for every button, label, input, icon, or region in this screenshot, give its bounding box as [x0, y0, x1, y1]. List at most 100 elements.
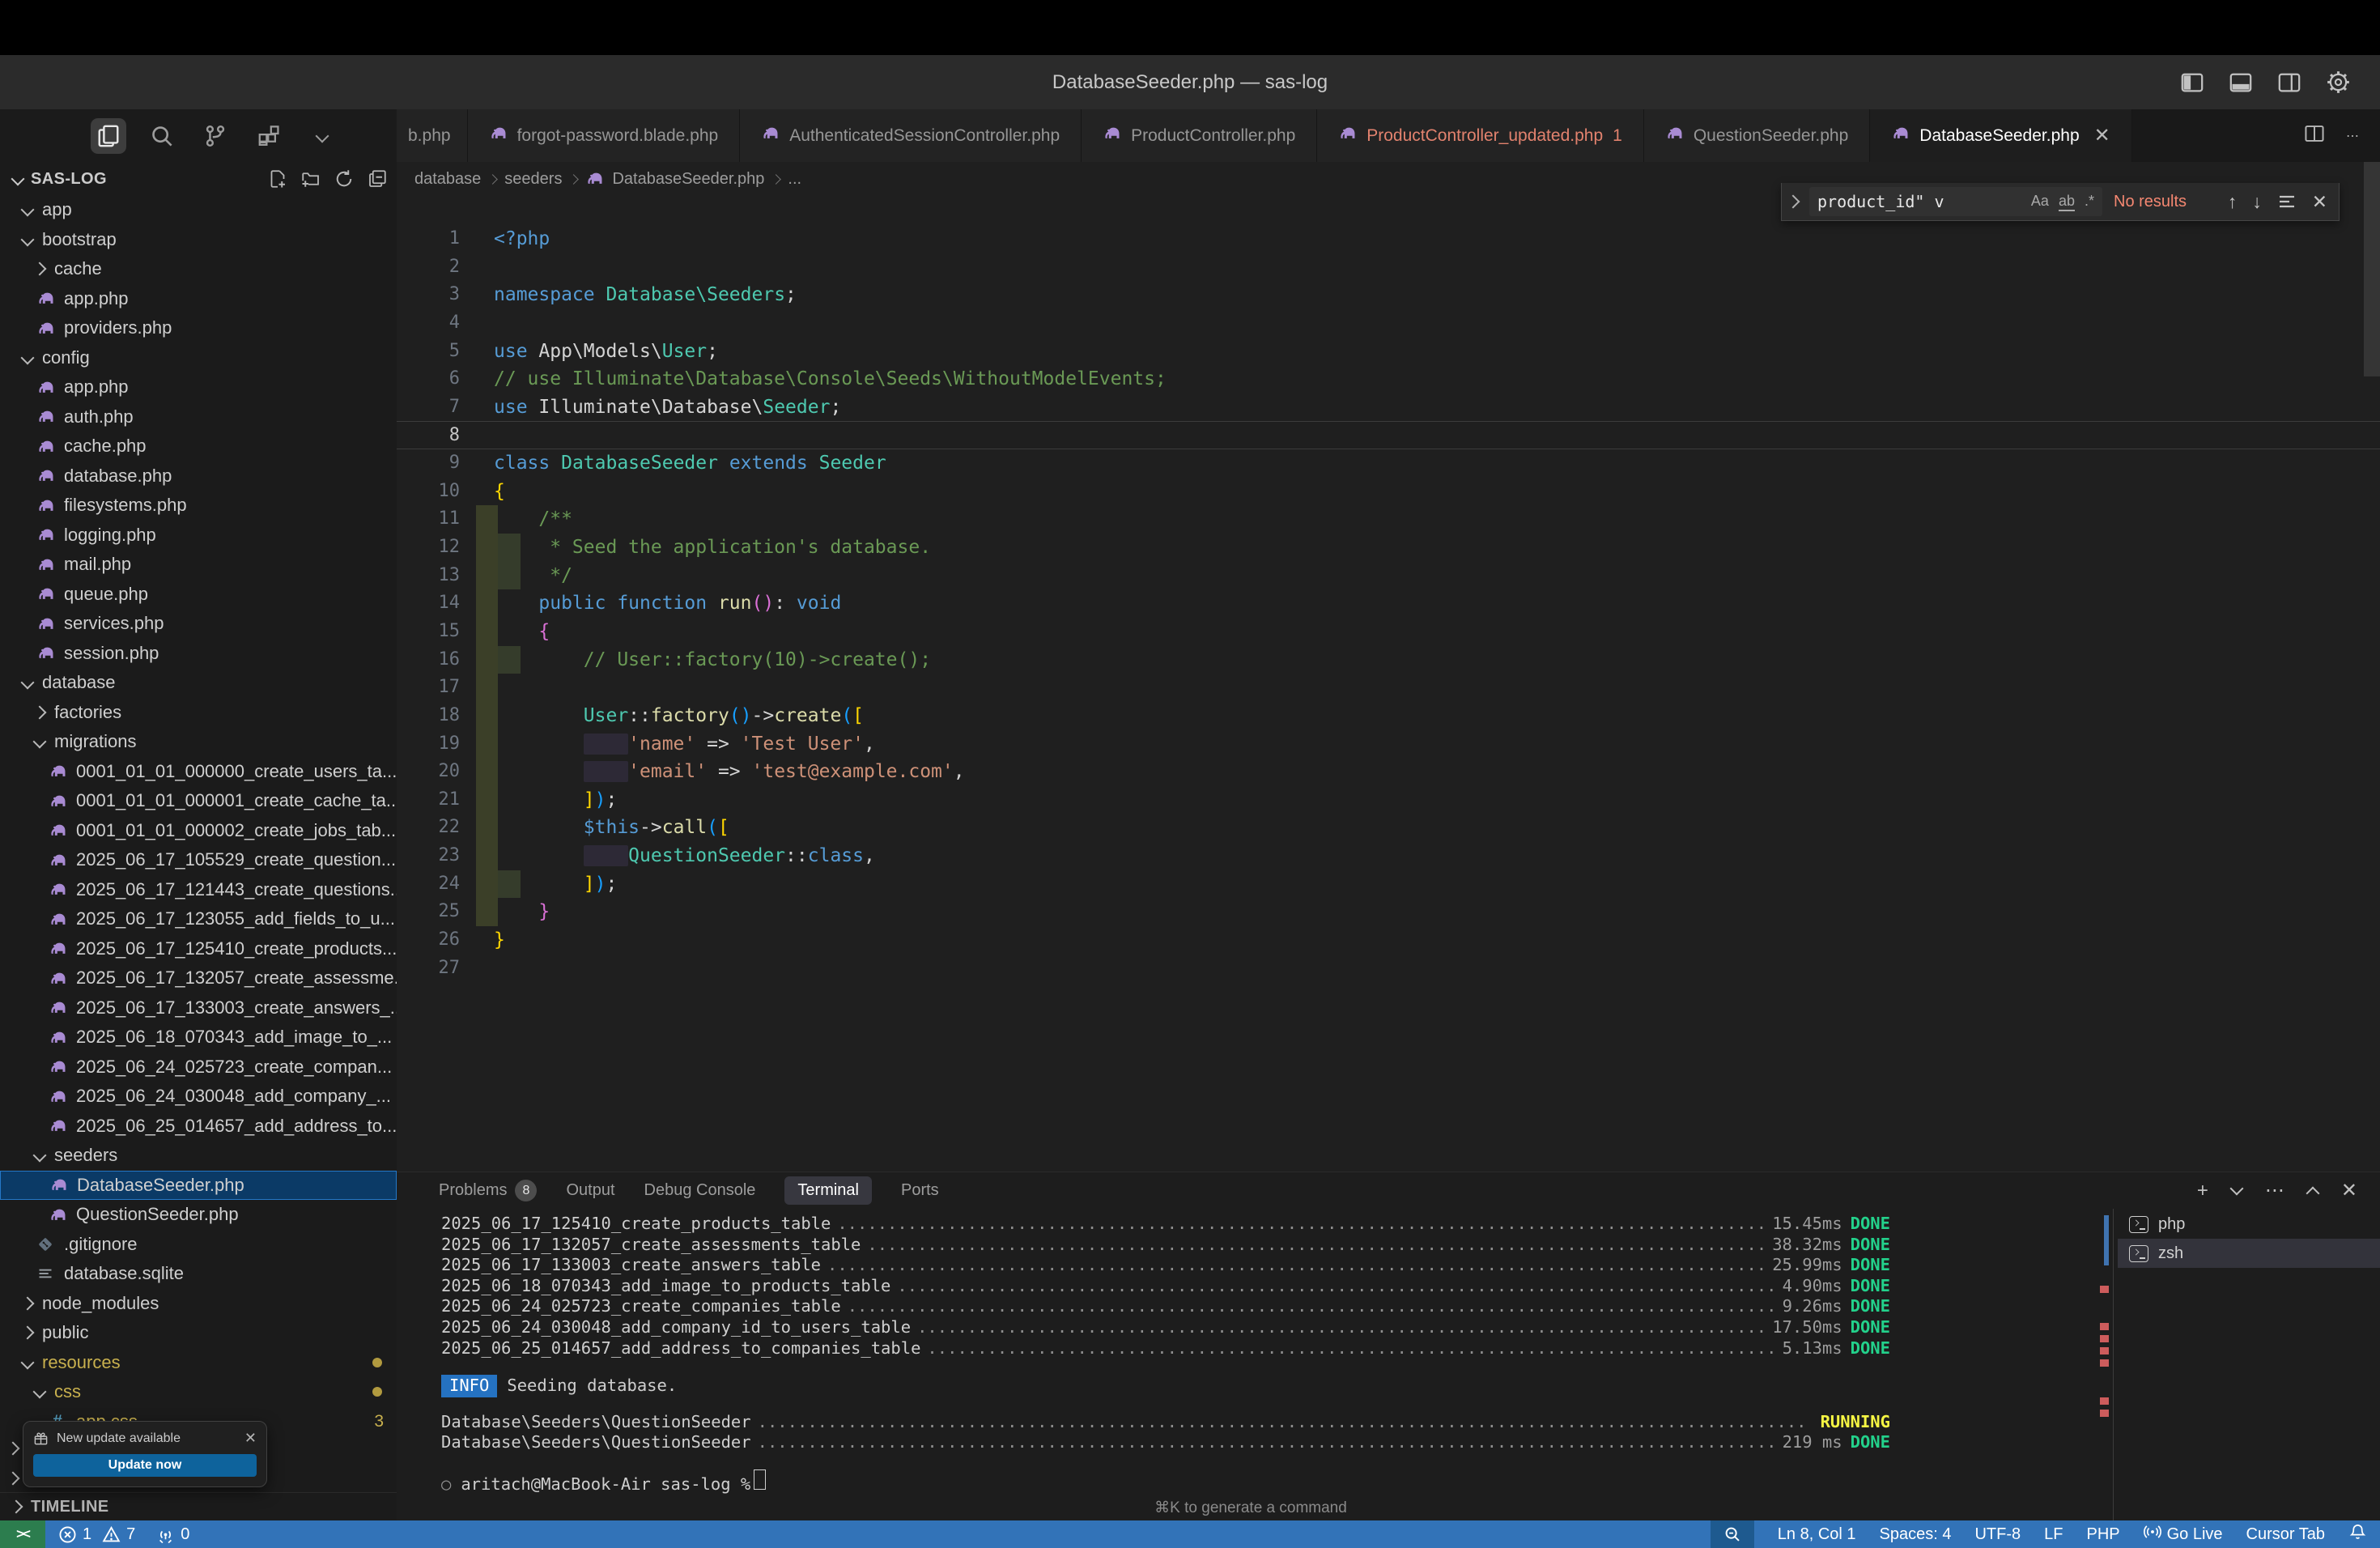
tree-file-database.sqlite[interactable]: database.sqlite [0, 1259, 397, 1289]
terminal-instance-zsh[interactable]: zsh [2118, 1239, 2380, 1268]
tree-file-2025-06-17-121443-create-questions...[interactable]: 2025_06_17_121443_create_questions... [0, 875, 397, 905]
tree-file-0001-01-01-000002-create-jobs-tab...[interactable]: 0001_01_01_000002_create_jobs_tab... [0, 816, 397, 846]
ports-status[interactable]: 0 [156, 1525, 189, 1544]
panel-tab-problems[interactable]: Problems8 [439, 1180, 537, 1201]
tab-b.php[interactable]: b.php [397, 109, 468, 162]
tree-file-2025-06-25-014657-add-address-to...[interactable]: 2025_06_25_014657_add_address_to... [0, 1112, 397, 1142]
remote-indicator[interactable]: >< [0, 1520, 45, 1548]
tree-folder-seeders[interactable]: seeders [0, 1141, 397, 1171]
status-go-live[interactable]: Go Live [2144, 1523, 2223, 1546]
split-editor-icon[interactable] [2304, 123, 2325, 148]
tab-productcontroller.php[interactable]: ProductController.php [1082, 109, 1317, 162]
tree-folder-factories[interactable]: factories [0, 698, 397, 728]
collapsed-section-chevron-icon[interactable] [6, 1472, 20, 1486]
tree-file-app.php[interactable]: app.php [0, 284, 397, 314]
panel-tab-terminal[interactable]: Terminal [784, 1176, 872, 1205]
close-icon[interactable]: ✕ [2312, 191, 2327, 213]
whole-word-icon[interactable]: ab [2059, 193, 2075, 211]
layout-sidebar-right-icon[interactable] [2277, 70, 2301, 95]
panel-tab-debug-console[interactable]: Debug Console [644, 1181, 756, 1200]
terminal-output[interactable]: 2025_06_17_125410_create_products_table.… [441, 1214, 1890, 1491]
tree-file-database.php[interactable]: database.php [0, 461, 397, 491]
tree-file-session.php[interactable]: session.php [0, 639, 397, 669]
tree-folder-public[interactable]: public [0, 1318, 397, 1348]
status-spaces-4[interactable]: Spaces: 4 [1880, 1525, 1952, 1544]
close-icon[interactable]: ✕ [244, 1430, 257, 1447]
tree-file-queue.php[interactable]: queue.php [0, 580, 397, 610]
new-folder-icon[interactable] [301, 169, 321, 189]
tree-folder-css[interactable]: css [0, 1377, 397, 1407]
tree-file-0001-01-01-000001-create-cache-ta...[interactable]: 0001_01_01_000001_create_cache_ta... [0, 786, 397, 816]
close-icon[interactable]: ✕ [2341, 1179, 2357, 1202]
explorer-icon[interactable] [91, 118, 126, 154]
tree-file-2025-06-17-125410-create-products...[interactable]: 2025_06_17_125410_create_products... [0, 934, 397, 964]
close-icon[interactable]: ✕ [2094, 124, 2110, 147]
problems-status[interactable]: 1 7 [58, 1525, 135, 1544]
tree-file-databaseseeder.php[interactable]: DatabaseSeeder.php [0, 1171, 397, 1201]
more-actions-icon[interactable]: ⋯ [2346, 128, 2359, 144]
tree-folder-cache[interactable]: cache [0, 254, 397, 284]
explorer-header[interactable]: SAS-LOG [0, 163, 397, 195]
tree-file-2025-06-17-105529-create-question...[interactable]: 2025_06_17_105529_create_question... [0, 845, 397, 875]
panel-tab-output[interactable]: Output [566, 1181, 614, 1200]
timeline-section[interactable]: TIMELINE [0, 1492, 397, 1520]
layout-panel-icon[interactable] [2229, 70, 2253, 95]
tree-file-2025-06-18-070343-add-image-to-...[interactable]: 2025_06_18_070343_add_image_to_... [0, 1023, 397, 1053]
new-terminal-icon[interactable]: + [2197, 1180, 2208, 1202]
terminal-instance-php[interactable]: php [2118, 1210, 2380, 1239]
new-file-icon[interactable] [268, 169, 287, 189]
tree-file-cache.php[interactable]: cache.php [0, 432, 397, 461]
tree-file-logging.php[interactable]: logging.php [0, 521, 397, 551]
tab-forgot-password.blade.php[interactable]: forgot-password.blade.php [468, 109, 741, 162]
tree-file-2025-06-24-025723-create-compan...[interactable]: 2025_06_24_025723_create_compan... [0, 1053, 397, 1082]
tab-authenticatedsessioncontroller.php[interactable]: AuthenticatedSessionController.php [740, 109, 1082, 162]
tree-folder-bootstrap[interactable]: bootstrap [0, 225, 397, 255]
tree-file-app.php[interactable]: app.php [0, 372, 397, 402]
status-ln-8-col-1[interactable]: Ln 8, Col 1 [1778, 1525, 1856, 1544]
layout-sidebar-left-icon[interactable] [2180, 70, 2204, 95]
tree-file-filesystems.php[interactable]: filesystems.php [0, 491, 397, 521]
more-actions-icon[interactable]: ⋯ [2265, 1179, 2284, 1202]
find-in-selection-icon[interactable] [2277, 192, 2297, 211]
tab-databaseseeder.php[interactable]: DatabaseSeeder.php✕ [1870, 109, 2131, 162]
tree-file-auth.php[interactable]: auth.php [0, 402, 397, 432]
chevron-down-icon[interactable] [304, 118, 340, 154]
tree-folder-database[interactable]: database [0, 668, 397, 698]
code-editor[interactable]: 1<?php23namespace Database\Seeders;45use… [397, 196, 2380, 1172]
tree-folder-node-modules[interactable]: node_modules [0, 1289, 397, 1319]
tree-folder-app[interactable]: app [0, 195, 397, 225]
source-control-icon[interactable] [198, 118, 233, 154]
tree-file-questionseeder.php[interactable]: QuestionSeeder.php [0, 1200, 397, 1230]
find-input[interactable]: product_id" v Aa ab .* [1809, 187, 2102, 216]
arrow-up-icon[interactable]: ↑ [2228, 191, 2238, 213]
tree-folder-resources[interactable]: resources [0, 1348, 397, 1378]
status-php[interactable]: PHP [2086, 1525, 2119, 1544]
collapse-all-icon[interactable] [368, 169, 387, 189]
maximize-panel-icon[interactable] [2306, 1186, 2319, 1200]
zoom-status-icon[interactable] [1711, 1520, 1754, 1548]
toggle-replace-icon[interactable] [1787, 195, 1800, 209]
tree-file-.gitignore[interactable]: .gitignore [0, 1230, 397, 1260]
tree-file-services.php[interactable]: services.php [0, 609, 397, 639]
match-case-icon[interactable]: Aa [2031, 193, 2049, 211]
status-utf-8[interactable]: UTF-8 [1974, 1525, 2021, 1544]
tree-file-2025-06-17-133003-create-answers-...[interactable]: 2025_06_17_133003_create_answers_... [0, 993, 397, 1023]
tree-folder-migrations[interactable]: migrations [0, 727, 397, 757]
collapsed-section-chevron-icon[interactable] [6, 1442, 20, 1456]
editor-scrollbar[interactable] [2364, 162, 2380, 376]
tree-file-2025-06-24-030048-add-company-...[interactable]: 2025_06_24_030048_add_company_... [0, 1082, 397, 1112]
breadcrumb-item[interactable]: seeders [504, 170, 562, 189]
breadcrumb-item[interactable]: DatabaseSeeder.php [612, 170, 764, 189]
terminal-scrollbar[interactable] [2104, 1215, 2109, 1265]
tree-folder-config[interactable]: config [0, 343, 397, 373]
arrow-down-icon[interactable]: ↓ [2252, 191, 2262, 213]
tree-file-2025-06-17-123055-add-fields-to-u...[interactable]: 2025_06_17_123055_add_fields_to_u... [0, 904, 397, 934]
update-now-button[interactable]: Update now [33, 1454, 257, 1477]
tree-file-providers.php[interactable]: providers.php [0, 313, 397, 343]
tab-questionseeder.php[interactable]: QuestionSeeder.php [1644, 109, 1870, 162]
terminal-dropdown-icon[interactable] [2229, 1181, 2243, 1195]
extensions-icon[interactable] [251, 118, 287, 154]
regex-icon[interactable]: .* [2085, 193, 2094, 211]
tree-file-mail.php[interactable]: mail.php [0, 550, 397, 580]
bell-icon[interactable] [2348, 1523, 2367, 1546]
